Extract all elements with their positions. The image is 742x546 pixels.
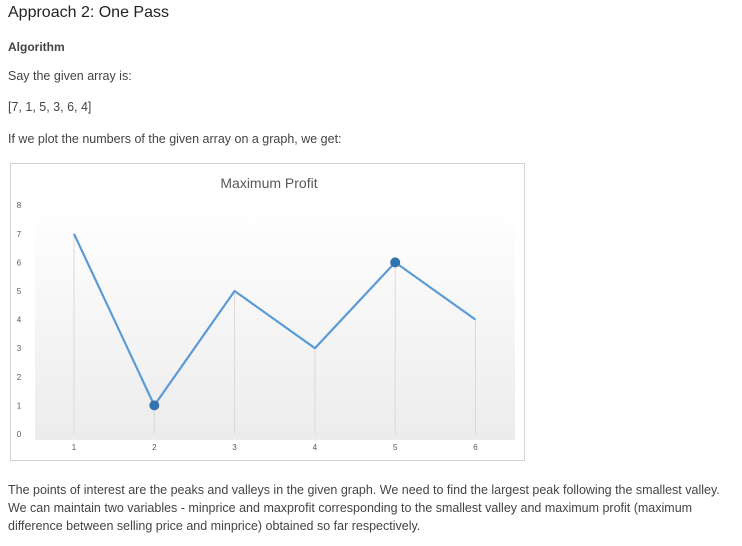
x-axis-ticks: 1 2 3 4 5 6 — [72, 443, 479, 452]
x-tick-label: 3 — [232, 443, 237, 452]
algorithm-heading: Algorithm — [8, 40, 65, 54]
y-tick-label: 3 — [17, 344, 22, 353]
chart-canvas: Maximum Profit 0 1 2 3 4 5 6 7 8 1 2 3 4 5 6 — [17, 175, 515, 452]
maximum-profit-chart: Maximum Profit 0 1 2 3 4 5 6 7 8 1 2 3 4 5 6 — [10, 163, 525, 461]
section-heading: Approach 2: One Pass — [8, 4, 169, 21]
y-axis-ticks: 0 1 2 3 4 5 6 7 8 — [17, 201, 22, 439]
x-tick-label: 5 — [393, 443, 398, 452]
y-tick-label: 6 — [17, 258, 22, 267]
plot-area — [35, 204, 515, 440]
y-tick-label: 4 — [17, 316, 22, 325]
y-tick-label: 8 — [17, 201, 22, 210]
x-tick-label: 1 — [72, 443, 77, 452]
chart-title: Maximum Profit — [220, 175, 317, 191]
y-tick-label: 7 — [17, 230, 22, 239]
y-tick-label: 1 — [17, 401, 22, 410]
plot-description: If we plot the numbers of the given arra… — [8, 132, 342, 146]
x-tick-label: 4 — [313, 443, 318, 452]
explanation-text: The points of interest are the peaks and… — [8, 483, 720, 533]
x-tick-label: 2 — [152, 443, 157, 452]
y-tick-label: 0 — [17, 430, 22, 439]
data-point-marker — [390, 257, 401, 268]
data-point-marker — [149, 400, 160, 411]
array-text: [7, 1, 5, 3, 6, 4] — [8, 100, 92, 114]
x-tick-label: 6 — [473, 443, 478, 452]
intro-text: Say the given array is: — [8, 69, 132, 83]
y-tick-label: 2 — [17, 373, 22, 382]
y-tick-label: 5 — [17, 287, 22, 296]
